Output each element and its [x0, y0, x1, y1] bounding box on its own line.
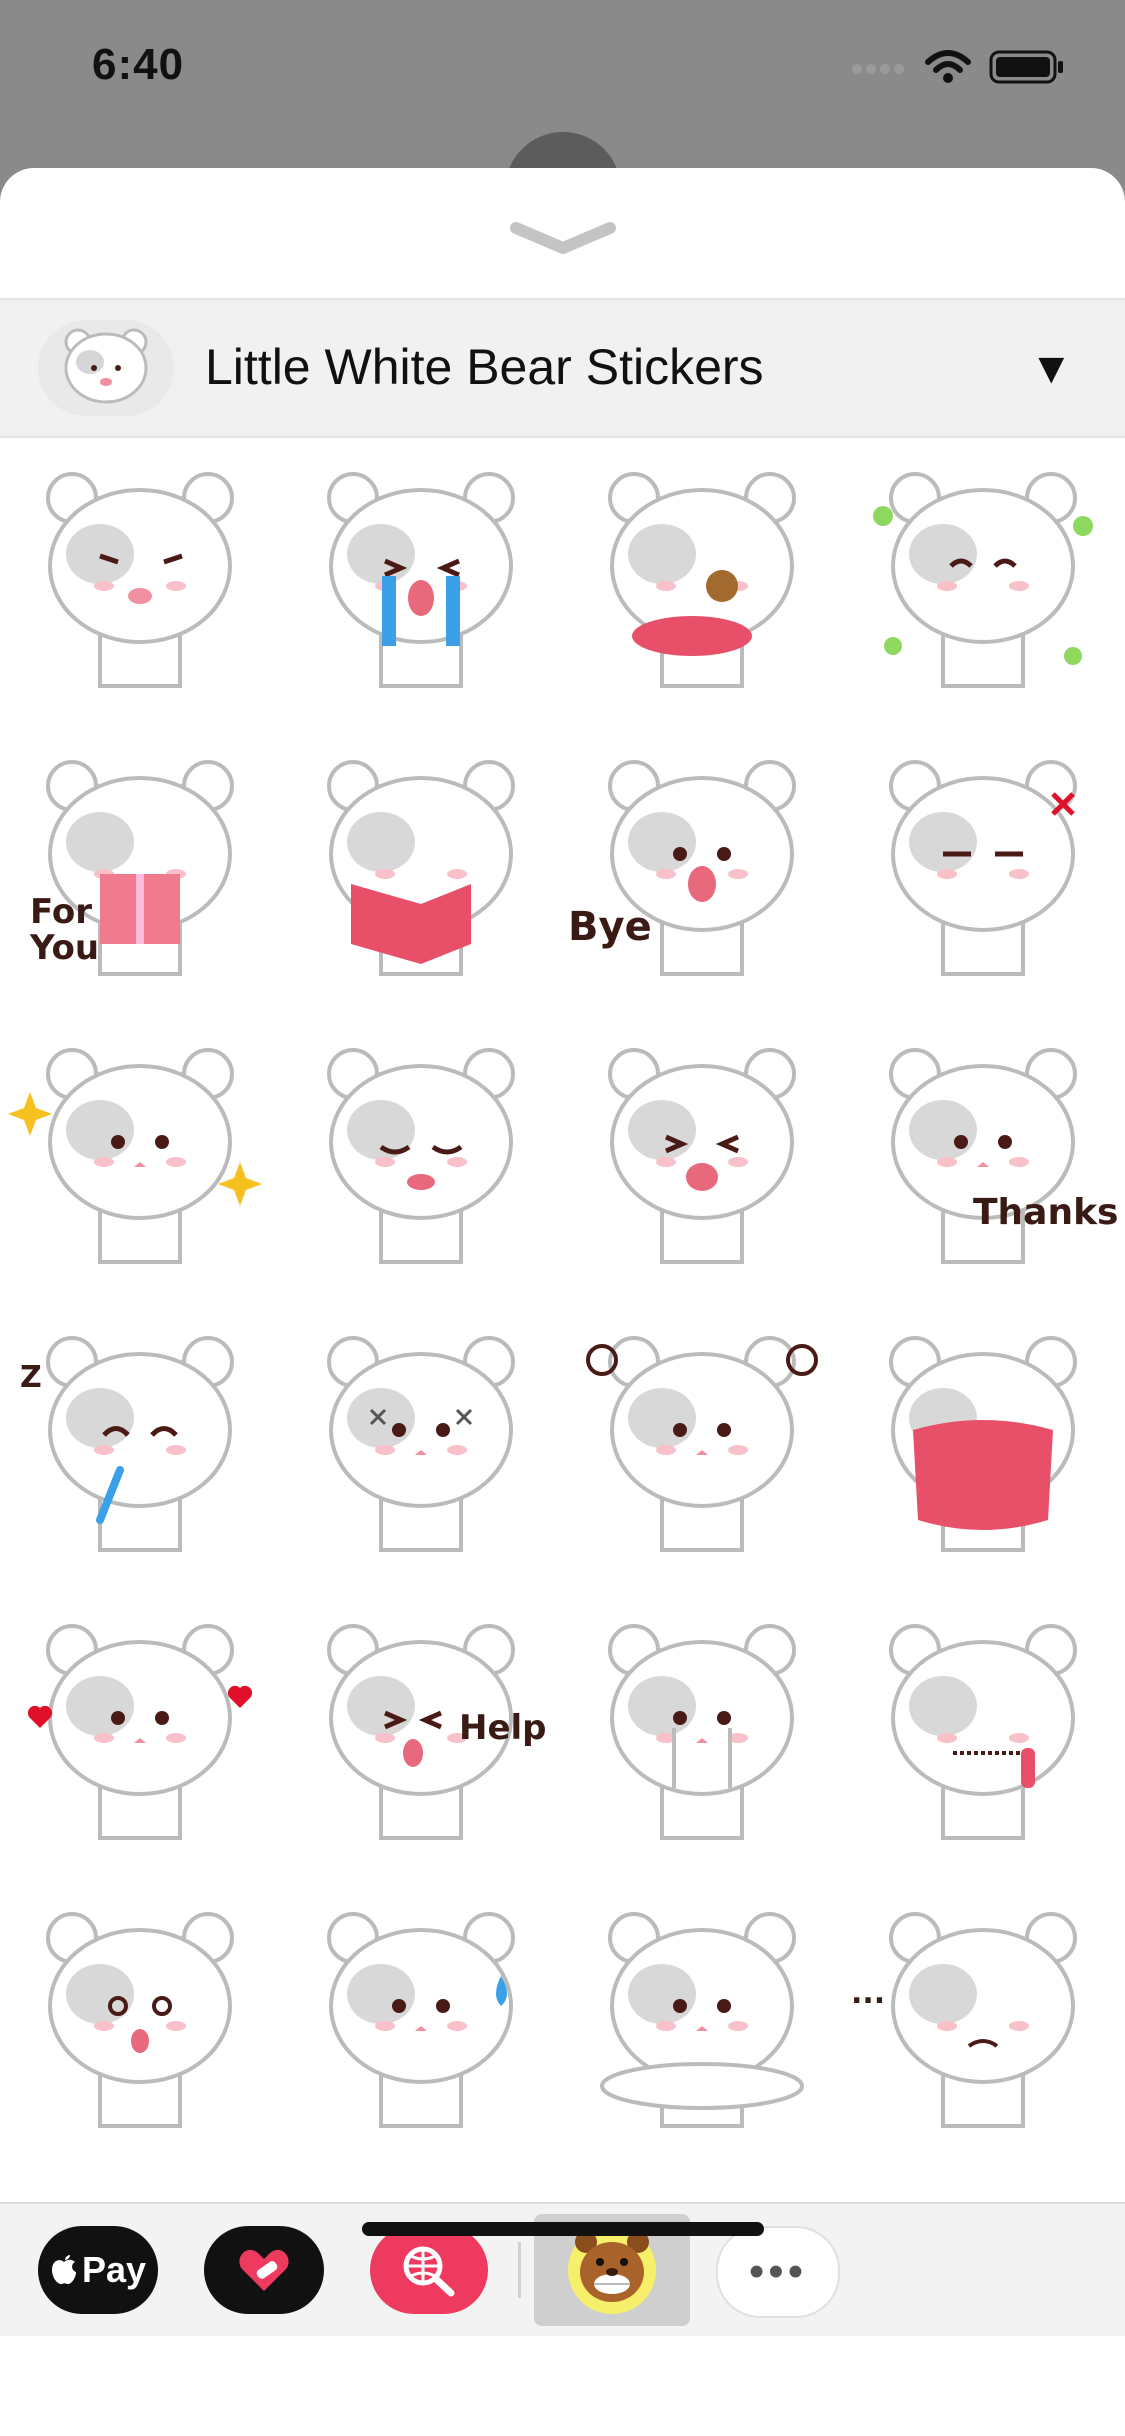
sticker-caption: ...	[851, 1976, 886, 2011]
sticker-pillow[interactable]	[843, 1300, 1124, 1588]
sticker-caption: Thanks	[973, 1192, 1119, 1233]
app-divider	[518, 2242, 521, 2298]
sticker-crying[interactable]	[281, 436, 562, 724]
globe-search-icon	[403, 2246, 455, 2297]
sticker-caption: Bye	[568, 904, 652, 950]
wifi-icon	[925, 50, 971, 83]
sticker-lying[interactable]	[562, 1876, 843, 2164]
sticker-zipped[interactable]	[843, 1588, 1124, 1876]
more-apps-button[interactable]: •••	[716, 2226, 840, 2318]
sticker-tears[interactable]	[562, 1588, 843, 1876]
sticker-gift[interactable]: For You	[0, 724, 281, 1012]
collapse-chevron-icon[interactable]	[508, 218, 618, 258]
sticker-annoyed[interactable]	[843, 724, 1124, 1012]
sticker-caption: For You	[30, 892, 100, 968]
sticker-reading[interactable]	[281, 724, 562, 1012]
sticker-thanks[interactable]: Thanks	[843, 1012, 1124, 1300]
sticker-bruised[interactable]	[281, 1300, 562, 1588]
apple-pay-label: Pay	[81, 2249, 147, 2290]
sticker-sheet: Little White Bear Stickers ▼ For You Bye T…	[0, 168, 1125, 2436]
battery-icon	[989, 50, 1063, 84]
sticker-cookie[interactable]	[562, 436, 843, 724]
signal-icon	[852, 64, 904, 74]
home-indicator[interactable]	[362, 2222, 764, 2236]
pack-dropdown-icon[interactable]: ▼	[1029, 344, 1073, 394]
sticker-confused[interactable]	[562, 1300, 843, 1588]
sticker-love[interactable]	[0, 1588, 281, 1876]
sticker-pondering[interactable]: ...	[843, 1876, 1124, 2164]
sticker-grumpy[interactable]	[0, 436, 281, 724]
sticker-sleeping[interactable]: Z	[0, 1300, 281, 1588]
apple-icon	[51, 2255, 76, 2285]
sticker-grid: For You Bye Thanks Z Help...	[0, 436, 1125, 2196]
sticker-caption: Help	[459, 1708, 547, 1748]
sticker-sad[interactable]	[281, 1012, 562, 1300]
heart-icon	[239, 2249, 289, 2291]
status-time: 6:40	[92, 40, 185, 89]
sticker-laugh[interactable]	[562, 1012, 843, 1300]
sticker-happy[interactable]	[843, 436, 1124, 724]
status-bar: 6:40	[0, 0, 1125, 140]
sticker-pack-thumbnail	[38, 320, 174, 416]
sticker-sparkle[interactable]	[0, 1012, 281, 1300]
sticker-surprised[interactable]	[0, 1876, 281, 2164]
sticker-caption: Z	[20, 1360, 42, 1395]
apple-pay-app[interactable]: Pay	[38, 2226, 158, 2314]
status-icons	[851, 50, 1065, 84]
sticker-pack-header[interactable]: Little White Bear Stickers ▼	[0, 298, 1125, 438]
sticker-pack-title: Little White Bear Stickers	[205, 339, 764, 395]
digital-touch-app[interactable]	[204, 2226, 324, 2314]
image-search-app[interactable]	[370, 2226, 488, 2314]
sticker-help[interactable]: Help	[281, 1588, 562, 1876]
sticker-sweat[interactable]	[281, 1876, 562, 2164]
sticker-wave[interactable]: Bye	[562, 724, 843, 1012]
